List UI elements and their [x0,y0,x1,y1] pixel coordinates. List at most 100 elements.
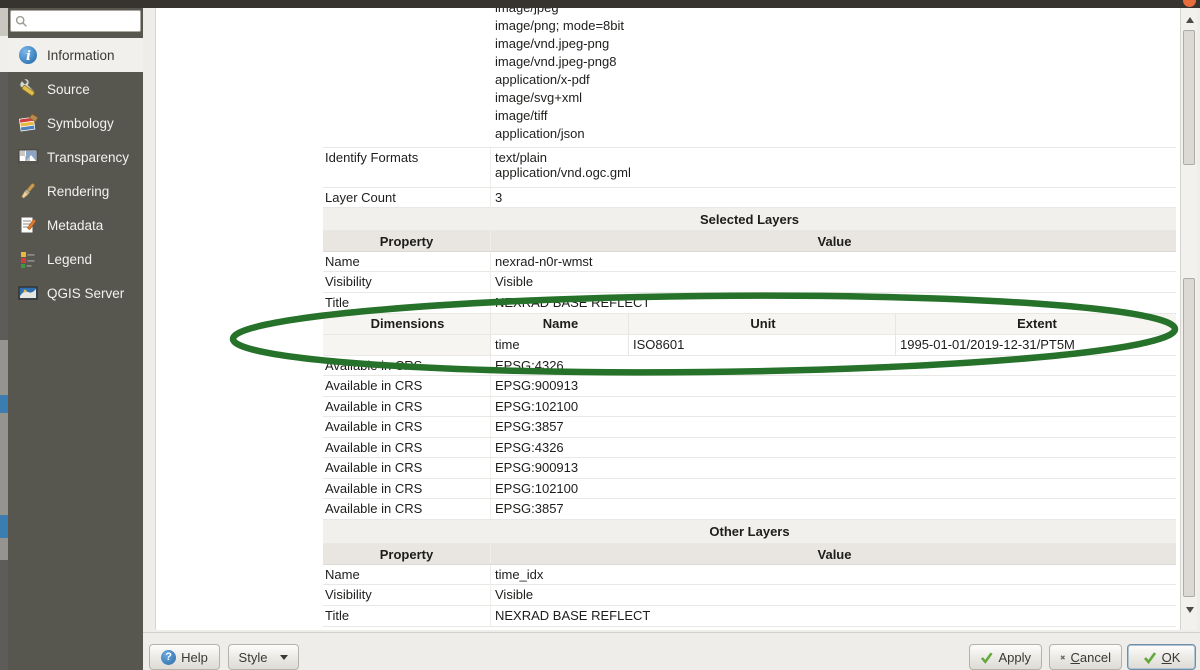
dimensions-value-row: time ISO8601 1995-01-01/2019-12-31/PT5M [323,335,1176,356]
table-row: Available in CRS EPSG:102100 [323,397,1176,417]
properties-sidebar: i Information Source [8,8,143,670]
sidebar-item-metadata[interactable]: Metadata [8,208,143,242]
check-icon [980,651,993,664]
sidebar-search-box[interactable] [10,10,141,32]
sidebar-item-source[interactable]: Source [8,72,143,106]
property-label: Title [323,293,491,313]
dimension-unit: ISO8601 [629,335,896,355]
property-value: nexrad-n0r-wmst [491,252,1176,271]
format-value: image/png; mode=8bit [323,17,1176,35]
close-icon [1060,652,1066,663]
sidebar-item-information[interactable]: i Information [8,38,143,72]
help-button-label: Help [181,650,208,665]
cancel-button-label: Cancel [1071,650,1111,665]
crs-value: EPSG:4326 [491,438,1176,457]
sidebar-item-label: Source [47,82,90,97]
background-window-edge [0,8,8,670]
sidebar-item-label: Rendering [47,184,109,199]
apply-button[interactable]: Apply [969,644,1042,670]
table-row: Available in CRS EPSG:900913 [323,376,1176,397]
sidebar-item-label: Information [47,48,115,63]
information-panel: image/jpeg image/png; mode=8bit image/vn… [155,8,1181,630]
crs-value: EPSG:102100 [491,479,1176,498]
check-icon [1143,651,1157,664]
column-header-unit: Unit [629,314,896,334]
sidebar-item-list: i Information Source [8,38,143,310]
table-row: Available in CRS EPSG:4326 [323,356,1176,376]
property-value: Visible [491,272,1176,292]
info-icon: i [17,44,39,66]
scroll-up-icon[interactable] [1182,12,1197,28]
property-label: Layer Count [323,188,491,207]
format-value: application/x-pdf [323,71,1176,89]
sidebar-item-symbology[interactable]: Symbology [8,106,143,140]
section-title-selected-layers: Selected Layers [323,208,1176,231]
chevron-down-icon [280,655,288,660]
vertical-scrollbar[interactable] [1180,8,1197,630]
sidebar-item-legend[interactable]: Legend [8,242,143,276]
table-row-getmap-formats: image/jpeg image/png; mode=8bit image/vn… [323,8,1176,148]
property-label: Visibility [323,272,491,292]
crs-value: EPSG:102100 [491,397,1176,416]
sidebar-item-label: Metadata [47,218,103,233]
table-header-row: Property Value [323,544,1176,565]
ok-button-label: OK [1162,650,1181,665]
window-titlebar [0,0,1200,8]
sidebar-item-qgis-server[interactable]: QGIS Server [8,276,143,310]
column-header-property: Property [323,544,491,564]
scrollbar-thumb[interactable] [1183,30,1195,165]
table-row: Available in CRS EPSG:4326 [323,438,1176,458]
ok-button[interactable]: OK [1127,644,1196,670]
property-label: Visibility [323,585,491,605]
table-row-identify-formats: Identify Formats text/plain application/… [323,148,1176,188]
layer-highlight-mark [0,515,8,538]
property-value: NEXRAD BASE REFLECT [491,293,1176,313]
scroll-down-icon[interactable] [1182,602,1197,618]
scrollbar-thumb[interactable] [1183,278,1195,597]
dimensions-header-row: Dimensions Name Unit Extent [323,314,1176,335]
property-label: Available in CRS [323,376,491,396]
table-row-layer-count: Layer Count 3 [323,188,1176,208]
property-value: Visible [491,585,1176,605]
column-header-property: Property [323,231,491,251]
format-value: image/svg+xml [323,89,1176,107]
table-row: Name time_idx [323,565,1176,585]
dimensions-label: Dimensions [323,314,491,334]
table-row: Title NEXRAD BASE REFLECT [323,293,1176,314]
sidebar-item-transparency[interactable]: Transparency [8,140,143,174]
property-label: Name [323,565,491,584]
table-row: Available in CRS EPSG:3857 [323,417,1176,438]
style-button-label: Style [239,650,268,665]
property-label: Available in CRS [323,417,491,437]
column-header-value: Value [491,231,1176,251]
crs-value: EPSG:900913 [491,376,1176,396]
property-label: Name [323,252,491,271]
crs-value: EPSG:3857 [491,417,1176,437]
crs-value: EPSG:3857 [491,499,1176,519]
cancel-button[interactable]: Cancel [1049,644,1122,670]
format-value: application/json [323,125,1176,143]
table-row: Available in CRS EPSG:3857 [323,499,1176,520]
apply-button-label: Apply [998,650,1031,665]
column-header-extent: Extent [896,314,1176,334]
table-row: Title NEXRAD BASE REFLECT [323,606,1176,627]
sidebar-item-label: Legend [47,252,92,267]
dimension-name: time [491,335,629,355]
qgis-server-icon [17,282,39,304]
format-value: image/tiff [323,107,1176,125]
close-window-icon[interactable] [1183,0,1196,7]
sidebar-item-rendering[interactable]: Rendering [8,174,143,208]
help-button[interactable]: ? Help [149,644,220,670]
table-row: Name nexrad-n0r-wmst [323,252,1176,272]
sidebar-item-label: Symbology [47,116,114,131]
help-icon: ? [161,650,176,665]
column-header-name: Name [491,314,629,334]
column-header-value: Value [491,544,1176,564]
property-label: Identify Formats [323,148,491,187]
table-row: Visibility Visible [323,585,1176,606]
source-icon [17,78,39,100]
identify-format-value: application/vnd.ogc.gml [495,165,1174,180]
search-icon [15,15,28,28]
table-row: Visibility Visible [323,272,1176,293]
style-dropdown-button[interactable]: Style [228,644,299,670]
